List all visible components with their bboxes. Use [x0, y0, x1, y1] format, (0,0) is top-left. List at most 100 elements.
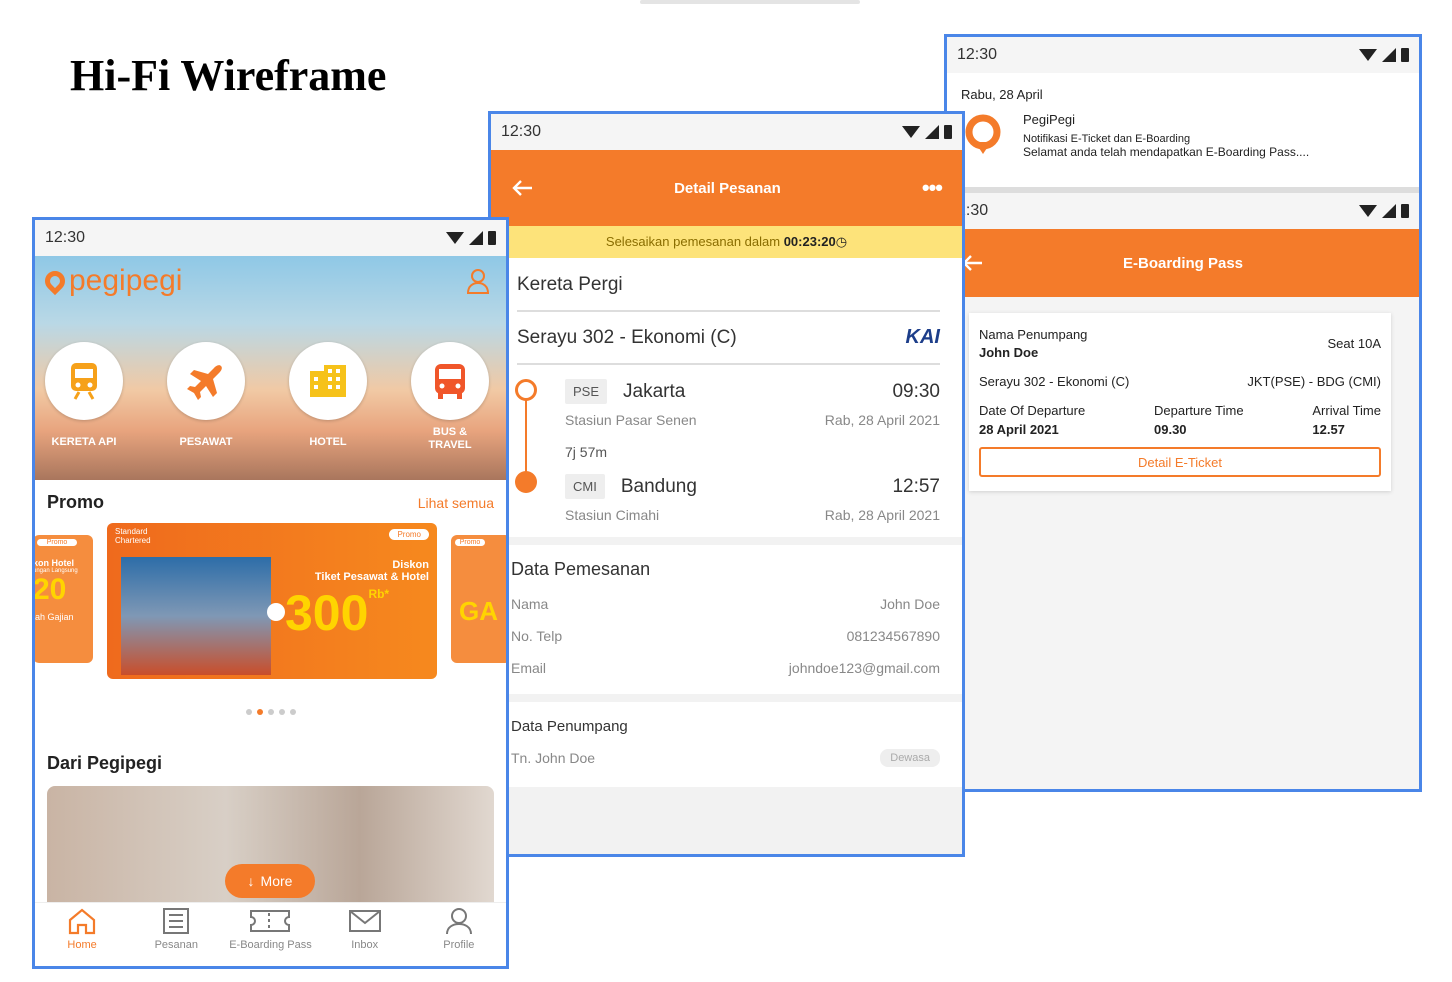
nav-label: E-Boarding Pass: [229, 939, 312, 951]
status-time: 12:30: [957, 46, 998, 63]
signal-icon: [1382, 204, 1396, 218]
clock-icon: ◷: [835, 234, 848, 249]
origin-code: PSE: [565, 379, 608, 404]
category-bus[interactable]: BUS & TRAVEL: [411, 342, 489, 452]
departure-date-label: Date Of Departure: [979, 403, 1086, 418]
category-label: PESAWAT: [179, 436, 233, 448]
promo-card-right[interactable]: Promo GA: [451, 535, 506, 663]
order-detail-screen: 12:30 Detail Pesanan ••• Selesaikan peme…: [488, 111, 965, 857]
passenger-name: John Doe: [979, 345, 1039, 360]
brand-logo: pegipegi: [40, 264, 183, 298]
carousel-dot[interactable]: [278, 709, 285, 715]
arrival-time: 12.57: [1312, 422, 1345, 437]
promo-title: Promo: [47, 492, 105, 512]
category-hotel[interactable]: HOTEL: [289, 342, 367, 452]
battery-icon: [944, 125, 952, 139]
promo-card-main[interactable]: Standard Chartered Promo Diskon Tiket Pe…: [107, 523, 437, 679]
more-options-icon[interactable]: •••: [922, 175, 943, 201]
notification-body: Selamat anda telah mendapatkan E-Boardin…: [1023, 145, 1310, 159]
notification-app: PegiPegi: [1023, 112, 1076, 127]
home-icon: [68, 908, 96, 935]
battery-icon: [488, 231, 496, 245]
promo-text: GA: [459, 596, 498, 626]
mail-icon: [348, 910, 381, 932]
boarding-pass-screen: 12:30 Rabu, 28 April PegiPegi Notifikasi…: [944, 34, 1422, 792]
passenger-name: Tn. John Doe: [511, 750, 596, 766]
header-title: Detail Pesanan: [674, 179, 781, 197]
battery-icon: [1401, 204, 1409, 218]
nav-inbox[interactable]: Inbox: [320, 907, 410, 951]
arrival-time: 12:57: [892, 475, 940, 497]
train-icon: [71, 363, 97, 400]
status-bar: 2:30: [947, 193, 1419, 229]
nav-label: Profile: [443, 939, 475, 951]
destination-code: CMI: [565, 474, 605, 499]
boarding-card: Nama Penumpang John Doe Seat 10A Serayu …: [969, 313, 1391, 491]
page-title: Hi-Fi Wireframe: [70, 51, 387, 100]
see-all-link[interactable]: Lihat semua: [418, 495, 494, 511]
kai-logo: KAI: [905, 326, 940, 348]
booking-section: Data Pemesanan Nama John Doe No. Telp 0812…: [491, 545, 962, 694]
origin-city: Jakarta: [623, 380, 686, 402]
signal-icon: [925, 125, 939, 139]
category-flight[interactable]: PESAWAT: [167, 342, 245, 452]
wifi-icon: [1359, 205, 1377, 217]
nav-profile[interactable]: Profile: [414, 907, 504, 951]
promo-text: kon Hotel: [33, 558, 75, 568]
carousel-dot[interactable]: [289, 709, 296, 715]
header-title: E-Boarding Pass: [1122, 254, 1244, 272]
promo-badge: Promo: [389, 529, 429, 540]
promo-amount: 20: [33, 573, 67, 606]
profile-icon: [445, 908, 472, 935]
bank-logo: Standard Chartered: [115, 527, 151, 545]
category-train[interactable]: KERETA API: [45, 342, 123, 452]
carousel-dot[interactable]: [256, 709, 263, 715]
notification[interactable]: Rabu, 28 April PegiPegi Notifikasi E-Tic…: [947, 73, 1419, 183]
promo-amount: 300: [285, 585, 369, 641]
promo-card-left[interactable]: Promo kon Hotel ungan Langsung 20 iah Ga…: [33, 535, 93, 663]
wifi-icon: [902, 126, 920, 138]
timer-text: Selesaikan pemesanan dalam: [605, 234, 781, 249]
detail-eticket-button[interactable]: Detail E-Ticket: [979, 447, 1381, 477]
airplane-icon: [187, 365, 222, 400]
pegipegi-logo-icon: [965, 114, 1001, 154]
nav-boarding-pass[interactable]: E-Boarding Pass: [225, 907, 315, 951]
seat-number: Seat 10A: [1327, 336, 1382, 351]
departure-time-label: Departure Time: [1154, 403, 1244, 418]
booking-title: Data Pemesanan: [511, 559, 651, 579]
nav-orders[interactable]: Pesanan: [131, 907, 221, 951]
more-button[interactable]: ↓ More: [225, 864, 315, 898]
promo-line2: Tiket Pesawat & Hotel: [314, 571, 429, 583]
carousel-indicator[interactable]: [35, 709, 506, 715]
carousel-dot[interactable]: [267, 709, 274, 715]
promo-illustration: [121, 557, 271, 675]
phone-label: No. Telp: [511, 628, 563, 644]
train-name: Serayu 302 - Ekonomi (C): [517, 326, 737, 348]
brand-name: pegipegi: [69, 264, 183, 297]
email-label: Email: [511, 660, 547, 676]
status-bar: 12:30: [491, 114, 962, 150]
route: JKT(PSE) - BDG (CMI): [1247, 374, 1381, 389]
origin-train-icon: [515, 379, 537, 401]
more-label: More: [260, 873, 293, 889]
nav-label: Pesanan: [154, 939, 198, 951]
email-value: johndoe123@gmail.com: [788, 660, 940, 676]
bus-icon: [435, 364, 465, 399]
name-value: John Doe: [880, 596, 940, 612]
back-arrow-icon[interactable]: [511, 179, 533, 197]
bottom-nav: Home Pesanan E-Boarding Pass Inbox Profi…: [35, 902, 506, 966]
article-image[interactable]: ↓ More: [47, 786, 494, 908]
promo-line1: Diskon: [392, 559, 429, 571]
hotel-icon: [310, 365, 346, 397]
promo-carousel[interactable]: Promo kon Hotel ungan Langsung 20 iah Ga…: [35, 523, 506, 703]
trip-type: Kereta Pergi: [517, 258, 940, 312]
carousel-dot[interactable]: [245, 709, 252, 715]
status-time: 12:30: [501, 123, 542, 140]
user-icon[interactable]: [466, 268, 490, 294]
departure-date: Rab, 28 April 2021: [824, 412, 940, 428]
status-time: 12:30: [45, 229, 86, 246]
nav-home[interactable]: Home: [37, 907, 127, 951]
section-title: Dari Pegipegi: [47, 753, 163, 773]
arrow-down-icon: ↓: [247, 873, 255, 889]
departure-date: 28 April 2021: [979, 422, 1059, 437]
